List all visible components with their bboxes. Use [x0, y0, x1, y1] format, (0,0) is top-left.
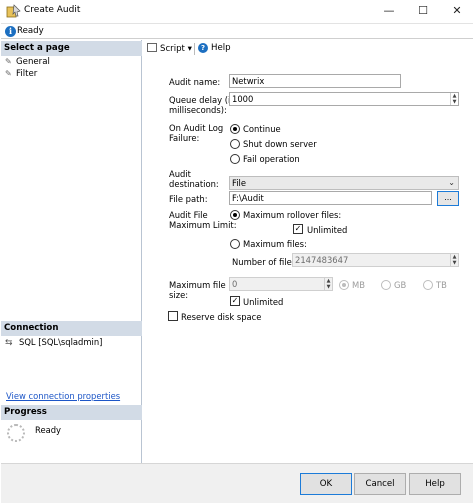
size-gb-radio[interactable]: [381, 280, 391, 290]
size-unlimited-label: Unlimited: [243, 297, 284, 307]
info-icon: i: [5, 26, 16, 37]
close-button[interactable]: ✕: [440, 0, 474, 23]
page-filter-label: Filter: [16, 69, 38, 79]
wrench-icon: ✎: [5, 57, 12, 66]
general-page-panel: Script ▾ ? Help Audit name: Netwrix Queue…: [143, 40, 473, 463]
on-failure-label-line1: On Audit Log: [169, 123, 224, 133]
number-of-files-label: Number of files:: [232, 257, 299, 267]
audit-destination-label-line2: destination:: [169, 179, 219, 189]
on-failure-continue-label: Continue: [243, 124, 281, 134]
on-failure-fail-label: Fail operation: [243, 154, 300, 164]
connection-info: ⇆ SQL [SQL\sqladmin]: [5, 337, 102, 348]
audit-name-label: Audit name:: [169, 77, 221, 87]
status-text: Ready: [17, 26, 44, 36]
browse-button[interactable]: ...: [437, 191, 459, 206]
on-failure-shutdown-label: Shut down server: [243, 139, 317, 149]
cancel-button[interactable]: Cancel: [354, 473, 406, 495]
max-limit-label-line1: Audit File: [169, 210, 208, 220]
queue-delay-spinner[interactable]: ▲ ▼: [450, 93, 458, 105]
max-files-radio[interactable]: [230, 239, 240, 249]
size-tb-label: TB: [436, 280, 447, 290]
status-bar: i Ready: [1, 23, 473, 39]
progress-header: Progress: [1, 405, 142, 420]
queue-delay-label-line1: Queue delay (in: [169, 95, 236, 105]
dialog-button-bar: OK Cancel Help: [1, 463, 473, 503]
size-gb-label: GB: [394, 280, 407, 290]
size-unlimited-checkbox[interactable]: ✓: [230, 296, 240, 306]
on-failure-fail-radio[interactable]: [230, 154, 240, 164]
max-files-label: Maximum files:: [243, 239, 307, 249]
rollover-unlimited-checkbox[interactable]: ✓: [293, 224, 303, 234]
size-mb-radio[interactable]: [339, 280, 349, 290]
toolbar-separator: [194, 43, 195, 55]
number-of-files-input[interactable]: 2147483647 ▲ ▼: [292, 253, 459, 267]
size-mb-label: MB: [352, 280, 365, 290]
script-button[interactable]: Script ▾: [147, 43, 192, 54]
connection-icon: ⇆: [5, 338, 13, 348]
sql-audit-app-icon: [6, 4, 21, 18]
file-path-label: File path:: [169, 194, 208, 204]
connection-value: SQL [SQL\sqladmin]: [19, 337, 103, 347]
max-limit-label-line2: Maximum Limit:: [169, 220, 237, 230]
page-general[interactable]: ✎ General: [5, 56, 50, 68]
toolbar: Script ▾ ? Help: [143, 40, 473, 58]
max-rollover-label: Maximum rollover files:: [243, 210, 342, 220]
max-rollover-radio[interactable]: [230, 210, 240, 220]
max-file-size-spinner[interactable]: ▲ ▼: [324, 278, 332, 290]
view-connection-properties-link[interactable]: View connection properties: [6, 391, 120, 401]
wrench-icon: ✎: [5, 69, 12, 78]
ok-button[interactable]: OK: [300, 473, 352, 495]
max-file-size-label-line2: size:: [169, 290, 189, 300]
queue-delay-input[interactable]: 1000 ▲ ▼: [229, 92, 459, 106]
help-toolbar-button[interactable]: ? Help: [198, 43, 231, 53]
max-file-size-label-line1: Maximum file: [169, 280, 226, 290]
progress-status: Ready: [35, 425, 61, 435]
audit-destination-label-line1: Audit: [169, 169, 191, 179]
audit-name-input[interactable]: Netwrix: [229, 74, 401, 88]
number-of-files-spinner[interactable]: ▲ ▼: [450, 254, 458, 266]
on-failure-label-line2: Failure:: [169, 133, 200, 143]
chevron-down-icon: ⌄: [448, 178, 455, 187]
size-tb-radio[interactable]: [423, 280, 433, 290]
max-file-size-value: 0: [232, 279, 238, 289]
chevron-down-icon[interactable]: ▾: [188, 44, 192, 54]
audit-destination-value: File: [232, 178, 247, 188]
reserve-disk-label: Reserve disk space: [181, 312, 262, 322]
audit-destination-select[interactable]: File ⌄: [229, 176, 459, 190]
title-bar: Create Audit — ☐ ✕: [0, 0, 474, 23]
number-of-files-value: 2147483647: [295, 255, 349, 265]
script-icon: [147, 43, 157, 52]
queue-delay-label-line2: milliseconds):: [169, 105, 227, 115]
progress-spinner-icon: [7, 424, 25, 442]
page-general-label: General: [16, 57, 50, 67]
queue-delay-value: 1000: [232, 94, 254, 104]
help-button[interactable]: Help: [409, 473, 461, 495]
reserve-disk-checkbox[interactable]: [168, 311, 178, 321]
window-title: Create Audit: [24, 5, 81, 15]
minimize-button[interactable]: —: [372, 0, 406, 23]
on-failure-shutdown-radio[interactable]: [230, 139, 240, 149]
file-path-input[interactable]: F:\Audit: [229, 191, 432, 205]
rollover-unlimited-label: Unlimited: [307, 225, 348, 235]
maximize-button[interactable]: ☐: [406, 0, 440, 23]
on-failure-continue-radio[interactable]: [230, 124, 240, 134]
select-page-header: Select a page: [1, 41, 142, 56]
connection-header: Connection: [1, 321, 142, 336]
left-panel: Select a page ✎ General ✎ Filter Connectio…: [1, 40, 142, 463]
help-icon: ?: [198, 43, 208, 53]
max-file-size-input[interactable]: 0 ▲ ▼: [229, 277, 333, 291]
page-filter[interactable]: ✎ Filter: [5, 68, 37, 80]
